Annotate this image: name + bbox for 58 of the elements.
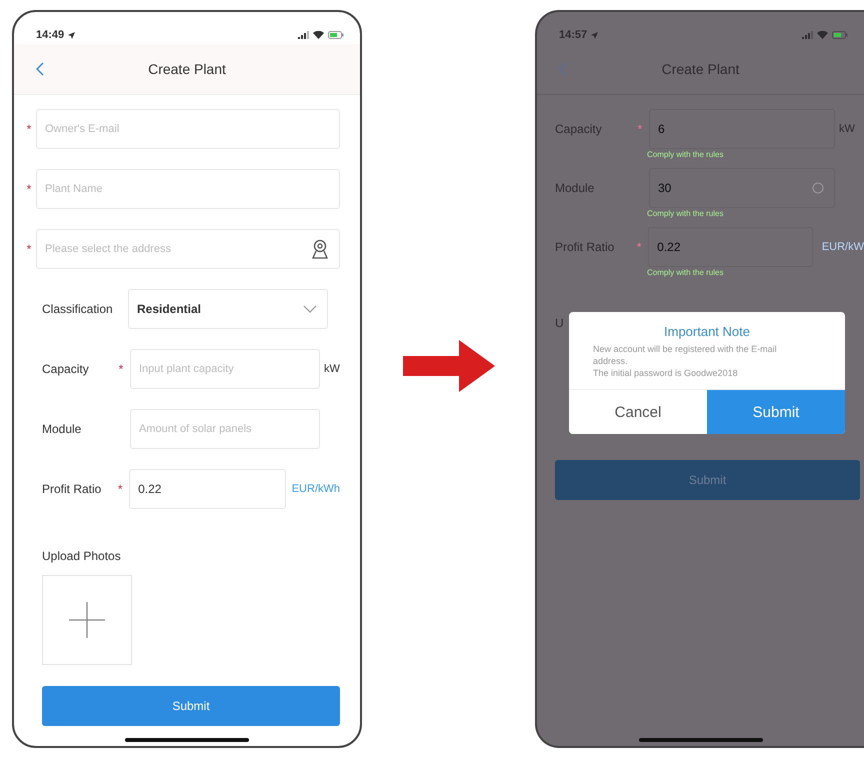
text-input[interactable]: Amount of solar panels [130,409,320,449]
classification-dropdown[interactable]: Residential [128,289,328,329]
unit-selector[interactable]: EUR/kW [822,241,864,253]
back-icon[interactable] [36,62,44,76]
unit-label: kW [839,123,855,135]
required-mark: * [26,122,32,136]
text-input[interactable]: Please select the address [36,229,340,269]
required-mark: * [636,240,643,254]
confirm-button[interactable]: Submit [707,390,845,434]
dialog-title: Important Note [663,323,751,341]
signal-icon [298,31,309,39]
clear-icon[interactable] [812,182,824,194]
submit-button[interactable]: Submit [555,460,860,500]
validation-hint: Comply with the rules [646,149,724,161]
text-input[interactable]: Input plant capacity [130,349,320,389]
required-mark: * [26,242,32,256]
wifi-icon [817,31,828,39]
unit-selector[interactable]: EUR/kWh [292,483,340,495]
required-mark: * [636,122,644,136]
text-input[interactable]: Plant Name [36,169,340,209]
field-label: Classification [41,302,114,316]
location-arrow-icon [68,32,76,38]
battery-icon [832,31,848,39]
upload-label: U [555,316,565,330]
text-input[interactable]: 6 [649,109,835,149]
text-input[interactable]: 0.22 [648,227,813,267]
text-input[interactable]: Owner's E-mail [36,109,340,149]
status-time: 14:49 [36,29,64,41]
chevron-down-icon [303,305,317,313]
field-label: Module [41,422,82,436]
required-mark: * [118,362,124,376]
unit-label: kW [324,363,340,375]
battery-icon [328,31,344,39]
required-mark: * [116,482,124,496]
upload-label: Upload Photos [42,549,122,563]
status-time: 14:57 [559,29,588,41]
screen-title: Create Plant [148,61,226,77]
location-arrow-icon [591,32,598,38]
submit-button[interactable]: Submit [42,686,340,726]
field-label: Profit Ratio [41,482,102,496]
validation-hint: Comply with the rules [646,208,724,220]
signal-icon [802,31,813,39]
field-label: Module [554,181,596,195]
right-arrow-icon [402,340,494,392]
add-photo-button[interactable] [42,575,132,665]
text-input[interactable]: 0.22 [129,469,286,509]
required-mark: * [26,182,32,196]
dialog-message: The initial password is Goodwe2018 [593,367,739,379]
dialog-message: New account will be registered with the E-mail address. [593,343,778,367]
validation-hint: Comply with the rules [646,267,724,279]
plus-icon [69,602,105,638]
field-label: Capacity [41,362,90,376]
field-label: Capacity [554,122,603,136]
wifi-icon [313,31,324,39]
field-label: Profit Ratio [554,240,616,254]
text-input[interactable]: 30 [649,168,835,208]
screen-title: Create Plant [662,61,740,77]
location-pin-icon[interactable] [311,239,329,259]
